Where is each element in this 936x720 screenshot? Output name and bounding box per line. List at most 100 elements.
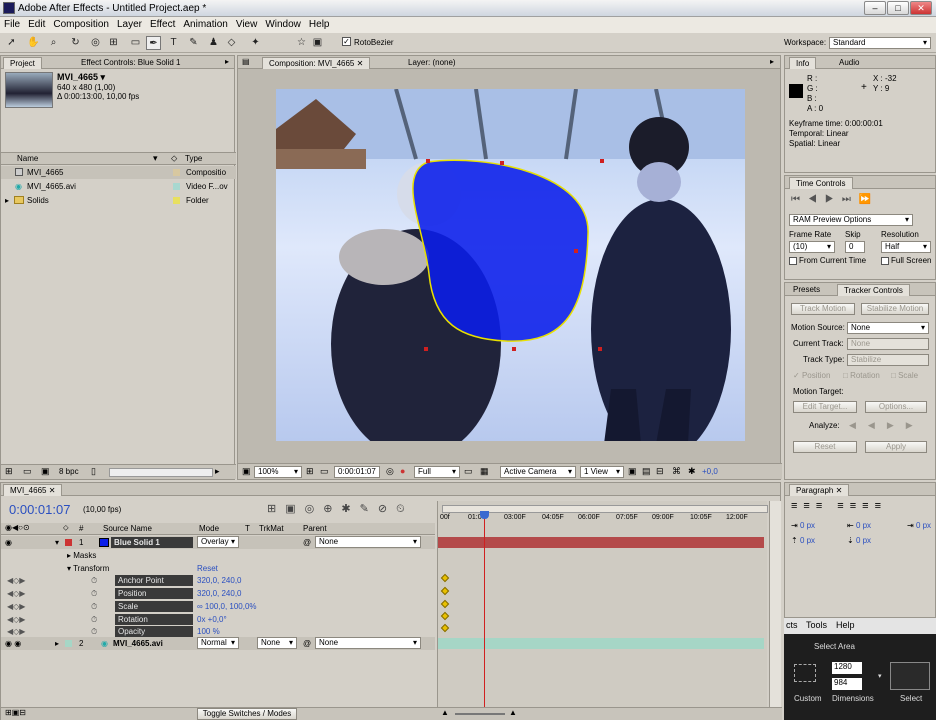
rotation-checkbox[interactable]: □ Rotation: [843, 371, 880, 380]
col-name[interactable]: Name: [17, 154, 38, 163]
project-item-row[interactable]: MVI_4665 Compositio: [1, 166, 236, 179]
stopwatch-icon[interactable]: ⏱: [91, 574, 97, 587]
skip-select[interactable]: 0: [845, 241, 865, 253]
tab-time-controls[interactable]: Time Controls: [789, 177, 853, 189]
composition-viewer[interactable]: [276, 89, 745, 441]
menu-view[interactable]: View: [232, 17, 262, 32]
zoom-tool-icon[interactable]: ⌕: [46, 36, 61, 50]
exposure-icon[interactable]: ✱: [688, 466, 696, 477]
keyframe[interactable]: [440, 586, 450, 596]
rotation-tool-icon[interactable]: ↻: [68, 36, 83, 50]
orbit-camera-icon[interactable]: ◎: [88, 36, 103, 50]
parent-pickwhip-icon[interactable]: @: [303, 637, 311, 650]
reset-button[interactable]: Reset: [793, 441, 857, 453]
sort-chevron-icon[interactable]: ▾: [153, 153, 158, 164]
menu-help[interactable]: Help: [305, 17, 334, 32]
hand-tool-icon[interactable]: ✋: [26, 36, 41, 50]
lock-icon[interactable]: ▤: [242, 57, 250, 66]
parent-select[interactable]: None ▾: [315, 637, 421, 649]
maximize-button[interactable]: □: [887, 1, 909, 15]
current-time[interactable]: 0:00:01:07: [9, 502, 70, 517]
snapshot-icon[interactable]: ◎: [386, 466, 394, 477]
rotobezier-checkbox[interactable]: ✓: [342, 37, 351, 46]
tab-audio[interactable]: Audio: [833, 57, 865, 69]
space-after-field[interactable]: ⇣ 0 px: [847, 536, 871, 545]
puppet-pin-icon[interactable]: ✦: [248, 36, 263, 50]
col-t[interactable]: T: [245, 524, 250, 533]
layer-name[interactable]: MVI_4665.avi: [113, 637, 163, 650]
tab-presets[interactable]: Presets: [787, 284, 826, 296]
bpc-label[interactable]: 8 bpc: [59, 467, 79, 476]
menu-tools[interactable]: Tools: [806, 620, 827, 630]
tab-paragraph[interactable]: Paragraph ✕: [789, 484, 850, 496]
close-tab-icon[interactable]: ✕: [357, 59, 364, 68]
panel-menu-icon[interactable]: ▸: [225, 57, 229, 66]
current-track-select[interactable]: None: [847, 338, 929, 350]
close-tab-icon[interactable]: ✕: [49, 486, 56, 495]
playback-controls[interactable]: ⏮◀▶⏭⏩: [791, 194, 879, 205]
parent-pickwhip-icon[interactable]: @: [303, 536, 311, 549]
keyframe-nav-icon[interactable]: ◀◇▶: [7, 587, 25, 600]
work-area-bar[interactable]: [442, 505, 768, 513]
col-trkmat[interactable]: TrkMat: [259, 524, 284, 533]
track-motion-button[interactable]: Track Motion: [791, 303, 855, 315]
local-axis-icon[interactable]: ☆: [294, 36, 309, 50]
col-type[interactable]: Type: [185, 154, 202, 163]
expand-triangle-icon[interactable]: ▸: [55, 637, 59, 650]
keyframe[interactable]: [440, 623, 450, 633]
edit-target-button[interactable]: Edit Target...: [793, 401, 857, 413]
workspace-select[interactable]: Standard ▾: [829, 37, 931, 49]
clone-stamp-icon[interactable]: ♟: [206, 36, 221, 50]
tab-layer[interactable]: Layer: (none): [402, 57, 462, 69]
expand-triangle-icon[interactable]: ▸: [5, 194, 9, 207]
tab-info[interactable]: Info: [789, 57, 817, 69]
analyze-controls[interactable]: ◀◀▶▶: [849, 420, 925, 431]
stabilize-motion-button[interactable]: Stabilize Motion: [861, 303, 929, 315]
close-tab-icon[interactable]: ✕: [836, 486, 843, 495]
indent-first-field[interactable]: ⇥ 0 px: [907, 521, 931, 530]
frame-rate-select[interactable]: (10) ▾: [789, 241, 835, 253]
height-input[interactable]: 984: [832, 678, 862, 690]
select-area-button[interactable]: [890, 662, 930, 690]
keyframe[interactable]: [440, 573, 450, 583]
menu-help[interactable]: Help: [836, 620, 855, 630]
resolution-select[interactable]: Half ▾: [881, 241, 931, 253]
options-button[interactable]: Options...: [865, 401, 927, 413]
visibility-eye-icon[interactable]: ◉: [5, 536, 12, 549]
keyframe[interactable]: [440, 611, 450, 621]
close-button[interactable]: ✕: [910, 1, 932, 15]
toggle-pixel-icon[interactable]: ▣: [628, 466, 637, 477]
indent-left-field[interactable]: ⇥ 0 px: [791, 521, 815, 530]
dimensions-dropdown-icon[interactable]: ▾: [878, 672, 882, 680]
menu-file[interactable]: File: [0, 17, 24, 32]
layer-duration-bar[interactable]: [438, 638, 764, 649]
eraser-tool-icon[interactable]: ◇: [224, 36, 239, 50]
col-source-name[interactable]: Source Name: [103, 524, 152, 533]
vertical-scrollbar[interactable]: [769, 501, 781, 719]
track-type-select[interactable]: Stabilize: [847, 354, 929, 366]
alignment-buttons[interactable]: ≡≡≡ ≡≡≡≡: [791, 500, 887, 512]
property-value[interactable]: 320,0, 240,0: [197, 587, 241, 600]
item-name[interactable]: MVI_4665 ▾: [57, 72, 105, 83]
keyframe-nav-icon[interactable]: ◀◇▶: [7, 574, 25, 587]
col-mode[interactable]: Mode: [199, 524, 219, 533]
motion-source-select[interactable]: None ▾: [847, 322, 929, 334]
views-select[interactable]: 1 View ▾: [580, 466, 624, 478]
timeline-switches[interactable]: ⊞▣◎⊕✱✎⊘⏲: [267, 502, 414, 516]
tab-effect-controls[interactable]: Effect Controls: Blue Solid 1: [75, 57, 186, 69]
zoom-slider[interactable]: [455, 713, 505, 715]
scroll-right-icon[interactable]: ▸: [215, 466, 220, 477]
menu-layer[interactable]: Layer: [113, 17, 146, 32]
scale-checkbox[interactable]: □ Scale: [891, 371, 918, 380]
horizontal-scrollbar[interactable]: [109, 468, 213, 477]
menu-fragment[interactable]: cts: [786, 620, 798, 630]
always-preview-icon[interactable]: ▣: [242, 466, 251, 477]
space-before-field[interactable]: ⇡ 0 px: [791, 536, 815, 545]
label-color[interactable]: [65, 539, 72, 546]
time-graph[interactable]: 00f 01:0 03:00F 04:05F 06:00F 07:05F 09:…: [437, 501, 768, 719]
ram-preview-select[interactable]: RAM Preview Options ▾: [789, 214, 913, 226]
tab-timeline[interactable]: MVI_4665 ✕: [3, 484, 63, 496]
visibility-eye-icon[interactable]: ◉ ◉: [5, 637, 21, 650]
toggle-switches-button[interactable]: Toggle Switches / Modes: [197, 708, 297, 720]
apply-button[interactable]: Apply: [865, 441, 927, 453]
